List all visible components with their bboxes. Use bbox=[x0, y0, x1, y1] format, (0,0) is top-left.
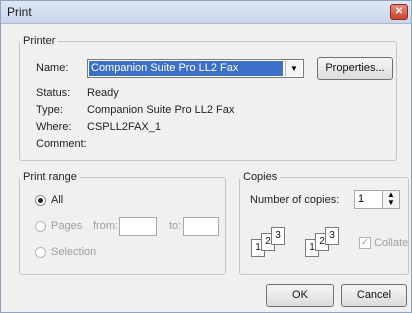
cancel-button[interactable]: Cancel bbox=[341, 284, 407, 307]
window-title: Print bbox=[7, 5, 32, 19]
collate-pages-icon: 1 2 3 bbox=[251, 227, 301, 257]
selection-radio[interactable] bbox=[35, 247, 46, 258]
printer-group-label: Printer bbox=[23, 35, 56, 47]
number-of-copies-label: Number of copies: bbox=[250, 194, 340, 206]
copies-input[interactable]: 1 bbox=[354, 190, 383, 209]
from-page-input[interactable] bbox=[119, 217, 157, 236]
status-label: Status: bbox=[36, 87, 71, 99]
where-label: Where: bbox=[36, 121, 72, 133]
all-radio[interactable] bbox=[35, 195, 46, 206]
all-label: All bbox=[51, 194, 64, 206]
comment-label: Comment: bbox=[36, 138, 87, 150]
printer-name-value: Companion Suite Pro LL2 Fax bbox=[89, 61, 283, 76]
to-page-input[interactable] bbox=[183, 217, 219, 236]
name-label: Name: bbox=[36, 62, 69, 74]
type-label: Type: bbox=[36, 104, 63, 116]
pages-radio[interactable] bbox=[35, 221, 46, 232]
copies-group: Copies bbox=[239, 171, 409, 275]
title-bar: Print ✕ bbox=[1, 1, 411, 24]
selection-label: Selection bbox=[51, 246, 97, 258]
collate-label: Collate bbox=[374, 237, 409, 249]
type-value: Companion Suite Pro LL2 Fax bbox=[87, 104, 235, 116]
copies-label: Copies bbox=[243, 171, 278, 183]
close-icon[interactable]: ✕ bbox=[390, 4, 408, 20]
from-label: from: bbox=[93, 220, 119, 232]
print-dialog: Print ✕ Printer Name: Companion Suite Pr… bbox=[0, 0, 412, 313]
properties-button[interactable]: Properties... bbox=[317, 57, 393, 80]
collate-pages-icon: 1 2 3 bbox=[305, 227, 355, 257]
status-value: Ready bbox=[87, 87, 119, 99]
to-label: to: bbox=[169, 220, 182, 232]
collate-checkbox[interactable]: ✓ bbox=[359, 237, 371, 249]
where-value: CSPLL2FAX_1 bbox=[87, 121, 161, 133]
ok-button[interactable]: OK bbox=[266, 284, 334, 307]
print-range-label: Print range bbox=[23, 171, 77, 183]
printer-name-select[interactable]: Companion Suite Pro LL2 Fax ▼ bbox=[87, 59, 304, 78]
spinner-icon[interactable]: ▲ ▼ bbox=[382, 190, 400, 209]
pages-label: Pages bbox=[51, 220, 83, 232]
dropdown-arrow-icon[interactable]: ▼ bbox=[285, 61, 302, 76]
